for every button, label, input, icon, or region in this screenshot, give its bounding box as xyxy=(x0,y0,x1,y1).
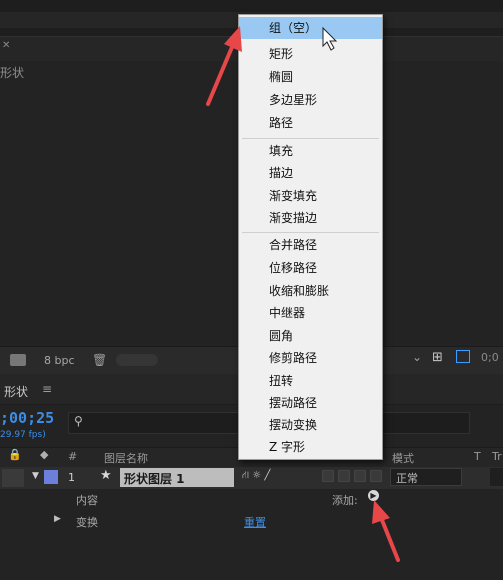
menu-separator xyxy=(242,138,379,139)
label-tag-icon[interactable]: ◆ xyxy=(40,448,48,461)
transparency-grid-icon[interactable] xyxy=(456,350,470,363)
layer-name[interactable]: 形状图层 1 xyxy=(124,470,185,487)
expand-arrow-icon[interactable]: ▶ xyxy=(54,514,61,524)
viewer-time-readout[interactable]: 0;0 xyxy=(481,351,499,364)
column-t: T xyxy=(474,450,481,463)
switch-box[interactable] xyxy=(322,470,334,482)
content-label: 内容 xyxy=(76,494,98,507)
layer-switches-icon[interactable]: ⛙ ☼ ╱ xyxy=(242,470,270,483)
menu-icon[interactable]: ≡ xyxy=(42,382,52,396)
interpret-footage-icon[interactable] xyxy=(10,354,26,366)
track-matte-select[interactable] xyxy=(490,468,503,486)
blend-mode-value: 正常 xyxy=(396,472,418,485)
menu-item-repeater[interactable]: 中继器 xyxy=(239,302,382,324)
column-index: # xyxy=(68,450,78,463)
switch-box[interactable] xyxy=(354,470,366,482)
menu-item-stroke[interactable]: 描边 xyxy=(239,162,382,184)
reset-link[interactable]: 重置 xyxy=(244,514,266,530)
lock-icon[interactable]: 🔒 xyxy=(8,448,22,461)
frame-rate-label: 29.97 fps) xyxy=(0,430,46,440)
project-panel-label: 形状 xyxy=(0,66,25,80)
switch-box[interactable] xyxy=(370,470,382,482)
shape-layer-star-icon: ★ xyxy=(100,468,112,483)
menu-item-round-corners[interactable]: 圆角 xyxy=(239,325,382,347)
chevron-down-icon[interactable]: ⌄ xyxy=(412,350,422,364)
menu-item-zig-zag[interactable]: Z 字形 xyxy=(239,436,382,458)
menu-item-offset-paths[interactable]: 位移路径 xyxy=(239,257,382,279)
menu-item-gradient-fill[interactable]: 渐变填充 xyxy=(239,185,382,207)
menu-item-twist[interactable]: 扭转 xyxy=(239,370,382,392)
menu-item-rectangle[interactable]: 矩形 xyxy=(239,43,382,65)
column-layer-name[interactable]: 图层名称 xyxy=(104,450,148,466)
layer-label-color[interactable] xyxy=(44,470,58,484)
column-trkmat: Tr xyxy=(492,450,502,463)
menu-item-wiggle-paths[interactable]: 摆动路径 xyxy=(239,392,382,414)
menu-item-polystar[interactable]: 多边星形 xyxy=(239,89,382,111)
transform-label[interactable]: 变换 xyxy=(76,514,98,530)
timeline-tab[interactable]: 形状 xyxy=(4,383,28,400)
add-button[interactable]: ▶ xyxy=(368,490,379,501)
menu-item-path[interactable]: 路径 xyxy=(239,112,382,134)
column-mode: 模式 xyxy=(392,452,414,465)
close-icon[interactable]: ✕ xyxy=(2,40,10,51)
menu-item-merge-paths[interactable]: 合并路径 xyxy=(239,234,382,256)
menu-separator xyxy=(242,232,379,233)
visibility-toggle[interactable] xyxy=(2,469,24,487)
search-icon[interactable]: ⚲ xyxy=(74,414,83,428)
menu-item-trim-paths[interactable]: 修剪路径 xyxy=(239,347,382,369)
toolbar-slider[interactable] xyxy=(116,354,158,366)
trash-icon[interactable]: 🗑 xyxy=(92,353,107,367)
menu-item-pucker-bloat[interactable]: 收缩和膨胀 xyxy=(239,280,382,302)
menu-item-ellipse[interactable]: 椭圆 xyxy=(239,66,382,88)
menu-item-group-empty[interactable]: 组（空） xyxy=(239,17,382,39)
menu-item-fill[interactable]: 填充 xyxy=(239,140,382,162)
current-timecode[interactable]: ;00;25 xyxy=(0,409,54,427)
bit-depth-button[interactable]: 8 bpc xyxy=(44,354,75,367)
twirl-down-icon[interactable]: ▼ xyxy=(32,471,39,481)
menu-item-gradient-stroke[interactable]: 渐变描边 xyxy=(239,207,382,229)
region-of-interest-icon[interactable]: ⊞ xyxy=(432,350,443,365)
add-label: 添加: xyxy=(332,494,358,507)
switch-box[interactable] xyxy=(338,470,350,482)
layer-number: 1 xyxy=(68,471,75,484)
menu-item-wiggle-transform[interactable]: 摆动变换 xyxy=(239,414,382,436)
